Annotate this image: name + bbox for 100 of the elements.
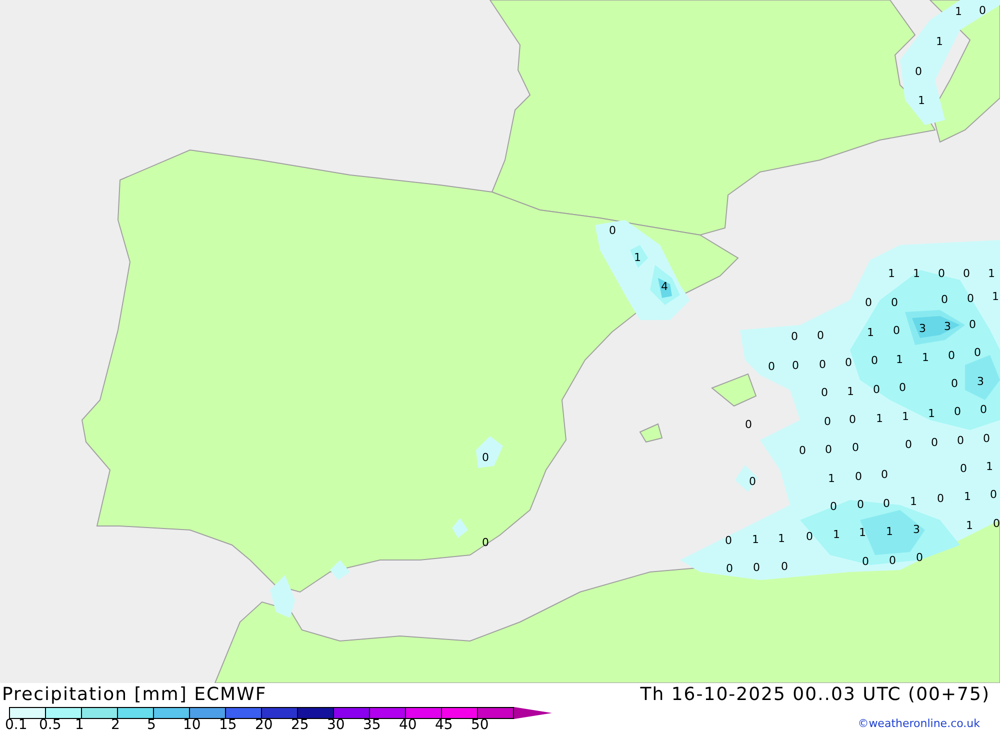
map-value-label: 0 bbox=[873, 384, 880, 395]
map-value-label: 3 bbox=[944, 321, 951, 332]
legend-tick-label: 35 bbox=[363, 718, 381, 733]
map-value-label: 4 bbox=[661, 281, 668, 292]
valid-time: Th 16-10-2025 00..03 UTC (00+75) bbox=[640, 684, 990, 706]
map-value-label: 1 bbox=[922, 352, 929, 363]
map-value-label: 0 bbox=[845, 357, 852, 368]
map-value-label: 1 bbox=[888, 268, 895, 279]
map-value-label: 1 bbox=[867, 327, 874, 338]
map-value-label: 0 bbox=[806, 531, 813, 542]
map-value-label: 1 bbox=[886, 526, 893, 537]
legend-tick-label: 1 bbox=[75, 718, 84, 733]
map-value-label: 0 bbox=[857, 499, 864, 510]
legend-tick-label: 25 bbox=[291, 718, 309, 733]
map-value-label: 0 bbox=[830, 501, 837, 512]
map-value-label: 1 bbox=[778, 533, 785, 544]
map-value-label: 1 bbox=[833, 529, 840, 540]
map-value-label: 0 bbox=[865, 297, 872, 308]
map-value-label: 1 bbox=[876, 413, 883, 424]
map-value-label: 0 bbox=[983, 433, 990, 444]
map-value-label: 0 bbox=[948, 350, 955, 361]
map-value-label: 0 bbox=[753, 562, 760, 573]
map-value-label: 1 bbox=[928, 408, 935, 419]
map-value-label: 0 bbox=[951, 378, 958, 389]
legend-tick-label: 40 bbox=[399, 718, 417, 733]
map-value-label: 0 bbox=[915, 66, 922, 77]
map-value-label: 1 bbox=[910, 496, 917, 507]
map-value-label: 0 bbox=[852, 442, 859, 453]
legend-tick-label: 0.5 bbox=[39, 718, 62, 733]
legend-tick-label: 50 bbox=[471, 718, 489, 733]
map-value-label: 0 bbox=[849, 414, 856, 425]
map-value-label: 0 bbox=[893, 325, 900, 336]
map-value-label: 0 bbox=[889, 555, 896, 566]
map-value-label: 1 bbox=[752, 534, 759, 545]
map-value-label: 1 bbox=[847, 386, 854, 397]
map-value-label: 0 bbox=[862, 556, 869, 567]
map-value-label: 0 bbox=[881, 469, 888, 480]
legend-tick-label: 20 bbox=[255, 718, 273, 733]
map-value-label: 3 bbox=[913, 524, 920, 535]
map-value-label: 1 bbox=[964, 491, 971, 502]
map-value-label: 0 bbox=[941, 294, 948, 305]
map-value-label: 0 bbox=[891, 297, 898, 308]
map-value-label: 0 bbox=[974, 347, 981, 358]
map-value-label: 0 bbox=[957, 435, 964, 446]
map-value-label: 0 bbox=[937, 493, 944, 504]
map-value-label: 0 bbox=[799, 445, 806, 456]
map-value-label: 0 bbox=[726, 563, 733, 574]
map-value-label: 1 bbox=[988, 268, 995, 279]
map-title: Precipitation [mm] ECMWF bbox=[2, 684, 267, 706]
map-value-label: 0 bbox=[963, 268, 970, 279]
map-value-label: 0 bbox=[609, 225, 616, 236]
map-value-label: 0 bbox=[980, 404, 987, 415]
map-value-label: 3 bbox=[919, 323, 926, 334]
map-value-label: 0 bbox=[781, 561, 788, 572]
legend-tick-label: 0.1 bbox=[5, 718, 28, 733]
legend-tick-label: 15 bbox=[219, 718, 237, 733]
map-value-label: 0 bbox=[824, 416, 831, 427]
map-value-label: 0 bbox=[967, 293, 974, 304]
legend-tick-label: 45 bbox=[435, 718, 453, 733]
map-value-label: 0 bbox=[979, 5, 986, 16]
map-value-label: 0 bbox=[938, 268, 945, 279]
map-value-label: 0 bbox=[768, 361, 775, 372]
map-value-label: 0 bbox=[931, 437, 938, 448]
map-value-label: 0 bbox=[791, 331, 798, 342]
map-value-label: 0 bbox=[725, 535, 732, 546]
legend-tick-label: 2 bbox=[111, 718, 120, 733]
map-value-label: 1 bbox=[918, 95, 925, 106]
map-value-label: 0 bbox=[899, 382, 906, 393]
map-value-label: 1 bbox=[896, 354, 903, 365]
map-value-label: 1 bbox=[859, 527, 866, 538]
map-value-label: 0 bbox=[960, 463, 967, 474]
legend-tick-label: 10 bbox=[183, 718, 201, 733]
map-value-label: 0 bbox=[482, 537, 489, 548]
map-value-label: 1 bbox=[966, 520, 973, 531]
map-value-label: 0 bbox=[993, 518, 1000, 529]
map-value-label: 0 bbox=[905, 439, 912, 450]
map-value-label: 0 bbox=[819, 359, 826, 370]
map-value-label: 0 bbox=[969, 319, 976, 330]
map-value-label: 0 bbox=[916, 552, 923, 563]
map-value-label: 0 bbox=[871, 355, 878, 366]
map-value-label: 1 bbox=[986, 461, 993, 472]
map-value-label: 1 bbox=[634, 252, 641, 263]
legend-tail-icon bbox=[514, 707, 552, 719]
credit-link[interactable]: ©weatheronline.co.uk bbox=[858, 717, 980, 730]
map-value-label: 0 bbox=[749, 476, 756, 487]
map-value-label: 0 bbox=[883, 498, 890, 509]
map-value-label: 1 bbox=[936, 36, 943, 47]
map-value-label: 3 bbox=[977, 376, 984, 387]
map-value-label: 0 bbox=[482, 452, 489, 463]
map-value-label: 0 bbox=[954, 406, 961, 417]
map-value-label: 0 bbox=[792, 360, 799, 371]
map-value-label: 1 bbox=[913, 268, 920, 279]
map-value-label: 0 bbox=[821, 387, 828, 398]
map-value-label: 1 bbox=[992, 291, 999, 302]
map-value-label: 0 bbox=[817, 330, 824, 341]
map-value-label: 0 bbox=[990, 489, 997, 500]
legend-tick-label: 5 bbox=[147, 718, 156, 733]
map-value-label: 0 bbox=[855, 471, 862, 482]
map-value-label: 1 bbox=[828, 473, 835, 484]
legend-tick-label: 30 bbox=[327, 718, 345, 733]
